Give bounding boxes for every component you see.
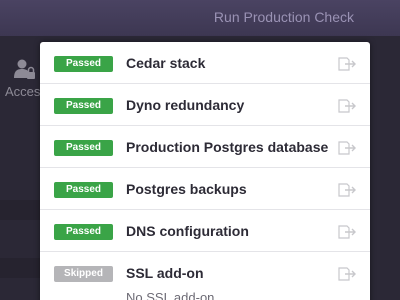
status-badge: Passed [54, 182, 113, 198]
status-badge: Passed [54, 140, 113, 156]
check-label: DNS configuration [126, 223, 249, 239]
document-arrow-icon[interactable] [338, 56, 358, 71]
status-badge: Passed [54, 98, 113, 114]
document-arrow-icon[interactable] [338, 140, 358, 155]
check-row-ssl-add-on[interactable]: Skipped SSL add-on [40, 252, 370, 294]
background-row [0, 200, 40, 220]
check-row-postgres-backups[interactable]: Passed Postgres backups [40, 168, 370, 210]
document-arrow-icon[interactable] [338, 266, 358, 281]
user-lock-icon [14, 59, 35, 79]
top-bar: Run Production Check [0, 0, 400, 36]
check-row-dyno-redundancy[interactable]: Passed Dyno redundancy [40, 84, 370, 126]
check-row-production-postgres-database[interactable]: Passed Production Postgres database [40, 126, 370, 168]
check-row-dns-configuration[interactable]: Passed DNS configuration [40, 210, 370, 252]
check-label: SSL add-on [126, 265, 204, 281]
check-label: Postgres backups [126, 181, 247, 197]
document-arrow-icon[interactable] [338, 98, 358, 113]
status-badge: Passed [54, 224, 113, 240]
check-label: Production Postgres database [126, 139, 329, 155]
ssl-detail-text: No SSL add-on [126, 290, 215, 300]
status-badge: Passed [54, 56, 113, 72]
check-row-cedar-stack[interactable]: Passed Cedar stack [40, 42, 370, 84]
document-arrow-icon[interactable] [338, 182, 358, 197]
production-check-panel: Passed Cedar stack Passed Dyno redundanc… [40, 42, 370, 300]
check-label: Cedar stack [126, 55, 206, 71]
document-arrow-icon[interactable] [338, 224, 358, 239]
sidebar-item-access[interactable]: Access [0, 56, 47, 106]
run-production-check-button[interactable]: Run Production Check [214, 9, 354, 25]
status-badge: Skipped [54, 266, 113, 282]
check-label: Dyno redundancy [126, 97, 245, 113]
background-row [0, 258, 40, 278]
